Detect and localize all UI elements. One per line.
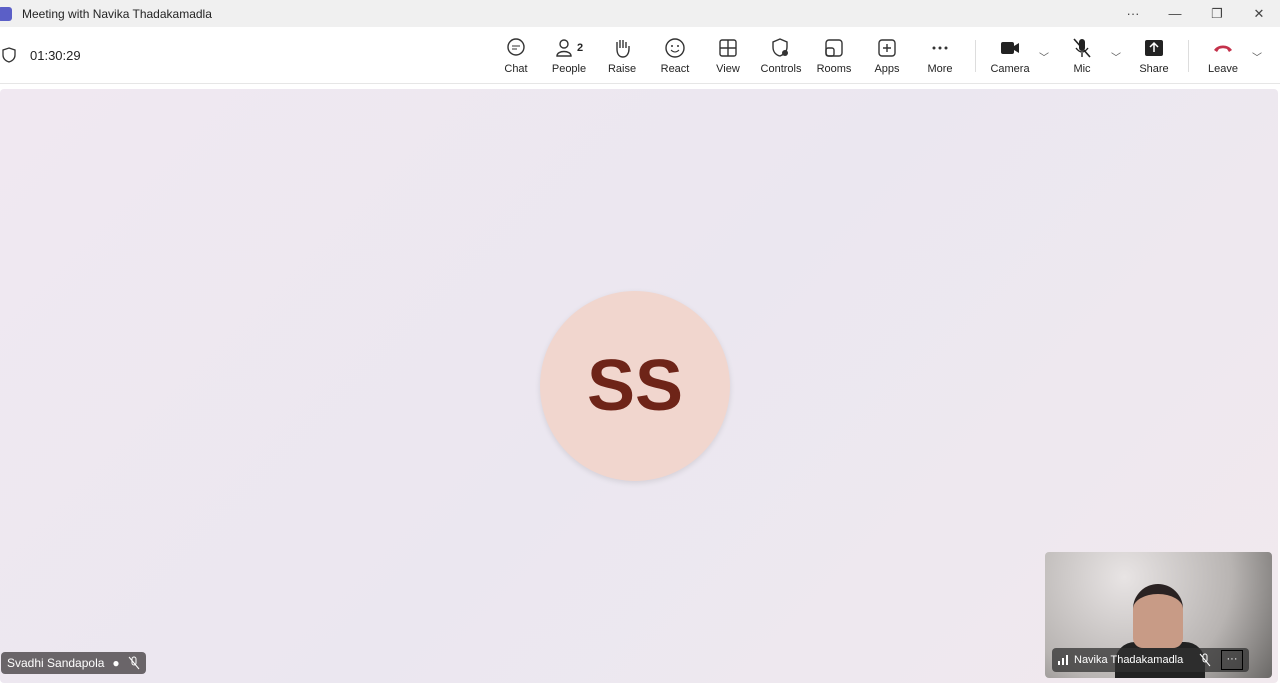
organizer-icon: ● <box>112 656 120 670</box>
more-icon <box>932 46 948 50</box>
hand-icon <box>616 40 630 58</box>
mic-off-icon <box>1073 38 1091 58</box>
camera-button[interactable]: Camera <box>985 37 1035 75</box>
shield-icon <box>2 47 16 63</box>
meeting-timer: 01:30:29 <box>2 47 81 63</box>
people-icon <box>556 39 572 57</box>
rooms-icon <box>825 39 843 57</box>
apps-button[interactable]: Apps <box>862 37 912 75</box>
close-button[interactable]: ✕ <box>1238 0 1280 27</box>
teams-logo-icon <box>0 6 12 21</box>
people-button[interactable]: 2 People <box>544 37 594 75</box>
divider <box>1188 40 1189 72</box>
mic-off-icon <box>128 656 140 670</box>
restore-button[interactable]: ❐ <box>1196 0 1238 27</box>
mic-button[interactable]: Mic <box>1057 37 1107 75</box>
window-more-button[interactable]: ··· <box>1112 0 1154 27</box>
leave-options-chevron-icon[interactable]: ﹀ <box>1252 49 1262 64</box>
smiley-icon <box>665 38 685 58</box>
window-title: Meeting with Navika Thadakamadla <box>22 6 212 21</box>
chat-button[interactable]: Chat <box>491 37 541 75</box>
title-bar: Meeting with Navika Thadakamadla ··· — ❐… <box>0 0 1280 27</box>
participant-nametag: Svadhi Sandapola ● <box>1 652 146 674</box>
meeting-toolbar: 01:30:29 Chat 2 People Raise React View C… <box>0 27 1280 84</box>
timer-text: 01:30:29 <box>30 47 81 63</box>
minimize-button[interactable]: — <box>1154 0 1196 27</box>
self-view-more-button[interactable]: ··· <box>1221 650 1243 670</box>
video-person-face <box>1133 584 1183 648</box>
share-button[interactable]: Share <box>1129 37 1179 75</box>
divider <box>975 40 976 72</box>
signal-icon <box>1058 655 1068 665</box>
phone-hangup-icon <box>1214 45 1232 52</box>
raise-hand-button[interactable]: Raise <box>597 37 647 75</box>
mic-options-chevron-icon[interactable]: ﹀ <box>1111 49 1121 64</box>
view-button[interactable]: View <box>703 37 753 75</box>
participant-avatar: SS <box>540 291 730 481</box>
self-view-video[interactable]: Navika Thadakamadla ··· <box>1045 552 1272 678</box>
share-icon <box>1145 40 1163 56</box>
shield-gear-icon <box>772 38 788 57</box>
plus-icon <box>878 39 896 57</box>
self-view-name: Navika Thadakamadla <box>1074 654 1184 666</box>
chat-icon <box>507 38 525 56</box>
mic-off-icon <box>1199 653 1211 667</box>
self-view-nametag: Navika Thadakamadla ··· <box>1052 648 1249 672</box>
more-button[interactable]: More <box>915 37 965 75</box>
grid-icon <box>719 39 737 57</box>
controls-button[interactable]: Controls <box>756 37 806 75</box>
people-count: 2 <box>576 42 584 54</box>
participant-name: Svadhi Sandapola <box>7 656 105 670</box>
react-button[interactable]: React <box>650 37 700 75</box>
camera-options-chevron-icon[interactable]: ﹀ <box>1039 49 1049 64</box>
leave-button[interactable]: Leave <box>1198 37 1248 75</box>
camera-icon <box>1001 42 1019 54</box>
rooms-button[interactable]: Rooms <box>809 37 859 75</box>
